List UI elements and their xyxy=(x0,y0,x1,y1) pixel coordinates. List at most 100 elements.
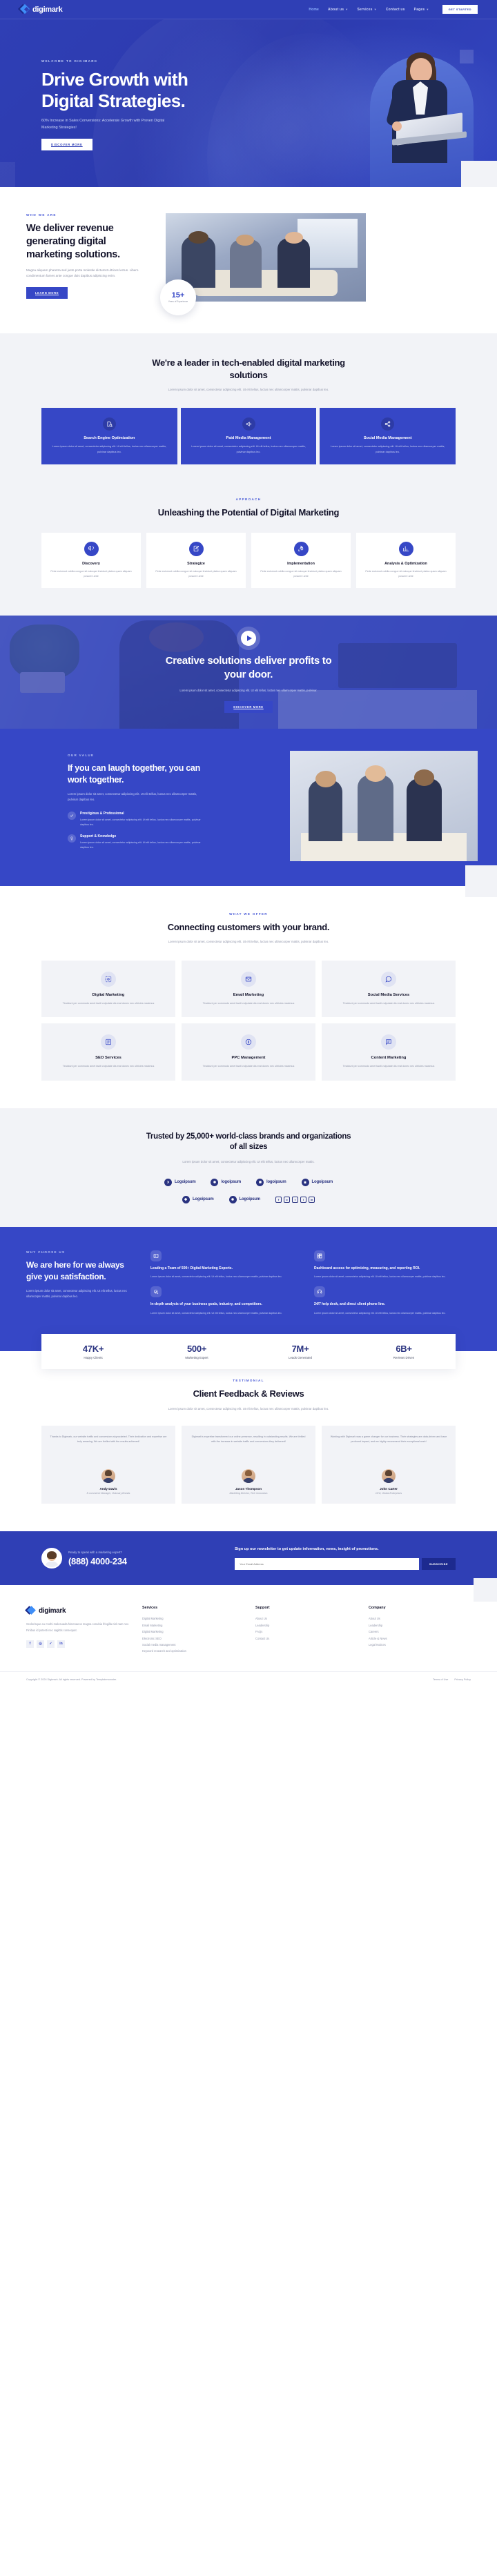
service-tile-seo[interactable]: SEO Services Tincidunt per commodo amet … xyxy=(41,1023,175,1081)
terms-of-use-link[interactable]: Terms of Use xyxy=(433,1678,448,1681)
hero-decor-corner-square xyxy=(461,161,497,187)
chart-analysis-icon xyxy=(398,541,413,556)
approach-section: APPROACH Unleashing the Potential of Dig… xyxy=(0,493,497,616)
service-tile-ppc[interactable]: PPC Management Tincidunt per commodo ame… xyxy=(182,1023,315,1081)
avatar xyxy=(242,1468,255,1483)
nav-label: Pages xyxy=(413,7,425,12)
card-body: Lorem ipsum dolor sit amet, consectetur … xyxy=(191,445,306,453)
dashboard-icon xyxy=(314,1250,325,1261)
experience-badge: 15+ Years of Experience xyxy=(160,279,196,315)
brand-icon-marks: f o t i in xyxy=(275,1196,315,1203)
footer-link[interactable]: Electronic SEO xyxy=(142,1635,244,1642)
footer-link[interactable]: Email Marketing xyxy=(142,1622,244,1629)
rocket-icon xyxy=(293,541,309,556)
footer-link[interactable]: Digital Marketing xyxy=(142,1615,244,1622)
footer-link[interactable]: FAQs xyxy=(255,1629,358,1635)
stat-label: Happy Clients xyxy=(84,1355,103,1359)
stat-number: 47K+ xyxy=(82,1343,104,1354)
nav-item-about-us[interactable]: About us ▼ xyxy=(328,8,348,12)
cta-phone-link[interactable]: (888) 4000-234 xyxy=(68,1556,127,1566)
card-body: Lorem ipsum dolor sit amet, consectetur … xyxy=(150,1275,282,1279)
nav-item-contact-us[interactable]: Contact us xyxy=(386,8,405,12)
newsletter-email-input[interactable] xyxy=(235,1558,419,1571)
footer-link[interactable]: Contact Us xyxy=(255,1635,358,1642)
services-section: WHAT WE OFFER Connecting customers with … xyxy=(0,885,497,1108)
approach-card-discovery[interactable]: Discovery Pede euismod cubilia congue si… xyxy=(41,532,141,589)
get-started-button[interactable]: GET STARTED xyxy=(442,5,478,14)
brand-name: Logoipsum xyxy=(174,1180,196,1185)
hero-discover-more-button[interactable]: DISCOVER MORE xyxy=(41,139,92,151)
testimonials-header: TESTIMONIAL Client Feedback & Reviews Lo… xyxy=(41,1379,456,1412)
video-cta-section: Creative solutions deliver profits to yo… xyxy=(0,616,497,729)
site-logo[interactable]: digimark xyxy=(17,3,63,14)
why-card-support: 24/7 help desk, and direct client phone … xyxy=(314,1286,471,1316)
about-kicker: WHO WE ARE xyxy=(26,213,57,217)
instagram-icon[interactable]: ◎ xyxy=(37,1640,44,1648)
testimonial-role: Marketing Director, Tech Innovators xyxy=(229,1491,268,1495)
brand-icon-mark: t xyxy=(292,1196,299,1203)
values-body: Lorem ipsum dolor sit amet, consectetur … xyxy=(68,792,197,802)
approach-title: Unleashing the Potential of Digital Mark… xyxy=(157,507,340,518)
linkedin-icon[interactable]: in xyxy=(57,1640,65,1648)
service-card-paid-media[interactable]: Paid Media Management Lorem ipsum dolor … xyxy=(180,408,317,465)
play-icon[interactable] xyxy=(241,631,256,647)
experience-number: 15+ xyxy=(171,291,185,300)
nav-item-home[interactable]: Home xyxy=(309,8,319,12)
service-tile-email-marketing[interactable]: Email Marketing Tincidunt per commodo am… xyxy=(182,960,315,1018)
stat-reviews-driven: 6B+ Reviews Driven xyxy=(352,1344,456,1359)
privacy-policy-link[interactable]: Privacy Policy xyxy=(454,1678,471,1681)
services-title: Connecting customers with your brand. xyxy=(167,921,330,932)
support-phone-icon xyxy=(314,1286,325,1298)
footer-link[interactable]: About Us xyxy=(369,1615,471,1622)
nav-item-pages[interactable]: Pages ▼ xyxy=(414,8,429,12)
card-title: Analysis & Optimization xyxy=(384,561,427,566)
tile-body: Tincidunt per commodo amet taciti vulput… xyxy=(342,1065,435,1068)
values-text-column: OUR VALUE If you can laugh together, you… xyxy=(41,754,204,857)
facebook-icon[interactable]: f xyxy=(26,1640,34,1648)
stat-number: 500+ xyxy=(186,1343,207,1354)
about-office-photo xyxy=(166,213,366,302)
footer-link[interactable]: About Us xyxy=(255,1615,358,1622)
cta-intro-text: Ready to speak with a marketing expert? xyxy=(68,1550,122,1554)
card-body: Pede euismod cubilia congue sit natoque … xyxy=(365,569,447,578)
testimonials-kicker: TESTIMONIAL xyxy=(233,1378,264,1382)
brands-title: Trusted by 25,000+ world-class brands an… xyxy=(146,1132,351,1152)
brand-name: Logoipsum xyxy=(239,1197,261,1202)
services-header: WHAT WE OFFER Connecting customers with … xyxy=(41,912,456,945)
nav-item-services[interactable]: Services ▼ xyxy=(357,8,376,12)
approach-card-analysis[interactable]: Analysis & Optimization Pede euismod cub… xyxy=(356,532,456,589)
newsletter-subscribe-button[interactable]: SUBSCRIBE xyxy=(421,1558,456,1571)
why-title: We are here for we always give you satis… xyxy=(26,1259,124,1281)
about-learn-more-button[interactable]: LEARN MORE xyxy=(26,287,68,299)
twitter-icon[interactable]: ✓ xyxy=(47,1640,55,1648)
service-tile-social-media[interactable]: Social Media Services Tincidunt per comm… xyxy=(322,960,456,1018)
footer-link[interactable]: Digital Marketing xyxy=(142,1629,244,1635)
service-card-social-media[interactable]: Social Media Management Lorem ipsum dolo… xyxy=(320,408,456,465)
testimonial-card: Working with Digimark was a game changer… xyxy=(322,1425,456,1504)
footer-link[interactable]: Social media management xyxy=(142,1642,244,1648)
service-tile-digital-marketing[interactable]: Digital Marketing Tincidunt per commodo … xyxy=(41,960,175,1018)
nav-label: About us xyxy=(328,7,344,12)
footer-link[interactable]: Legal Notices xyxy=(369,1642,471,1648)
brand-logo: Logoipsum xyxy=(182,1195,214,1203)
service-tile-content[interactable]: Content Marketing Tincidunt per commodo … xyxy=(322,1023,456,1081)
service-card-seo[interactable]: Search Engine Optimization Lorem ipsum d… xyxy=(41,408,177,465)
logo-text: digimark xyxy=(32,5,63,14)
footer-legal-links: Terms of Use Privacy Policy xyxy=(433,1678,471,1681)
leader-body: Lorem ipsum dolor sit amet, consectetur … xyxy=(168,388,329,392)
footer-link[interactable]: Keyword research and optimization xyxy=(142,1648,244,1654)
stat-label: Leads Generated xyxy=(289,1355,312,1359)
brand-logo-row-2: Logoipsum Logoipsum f o t i in xyxy=(41,1195,456,1203)
approach-card-strategize[interactable]: Strategize Pede euismod cubilia congue s… xyxy=(146,532,246,589)
footer-link[interactable]: Leadership xyxy=(369,1622,471,1629)
why-card-team: Leading a Team of 500+ Digital Marketing… xyxy=(150,1250,307,1280)
avatar xyxy=(382,1468,396,1483)
footer-link[interactable]: Leadership xyxy=(255,1622,358,1629)
footer-link[interactable]: Careers xyxy=(369,1629,471,1635)
video-discover-more-button[interactable]: DISCOVER MORE xyxy=(224,700,273,713)
approach-card-implementation[interactable]: Implementation Pede euismod cubilia cong… xyxy=(251,532,351,589)
newsletter-form: SUBSCRIBE xyxy=(235,1558,456,1571)
footer-logo[interactable]: digimark xyxy=(25,1606,131,1615)
values-feature-list: Prestigious & Professional Lorem ipsum d… xyxy=(68,811,204,850)
footer-link[interactable]: Article & News xyxy=(369,1635,471,1642)
